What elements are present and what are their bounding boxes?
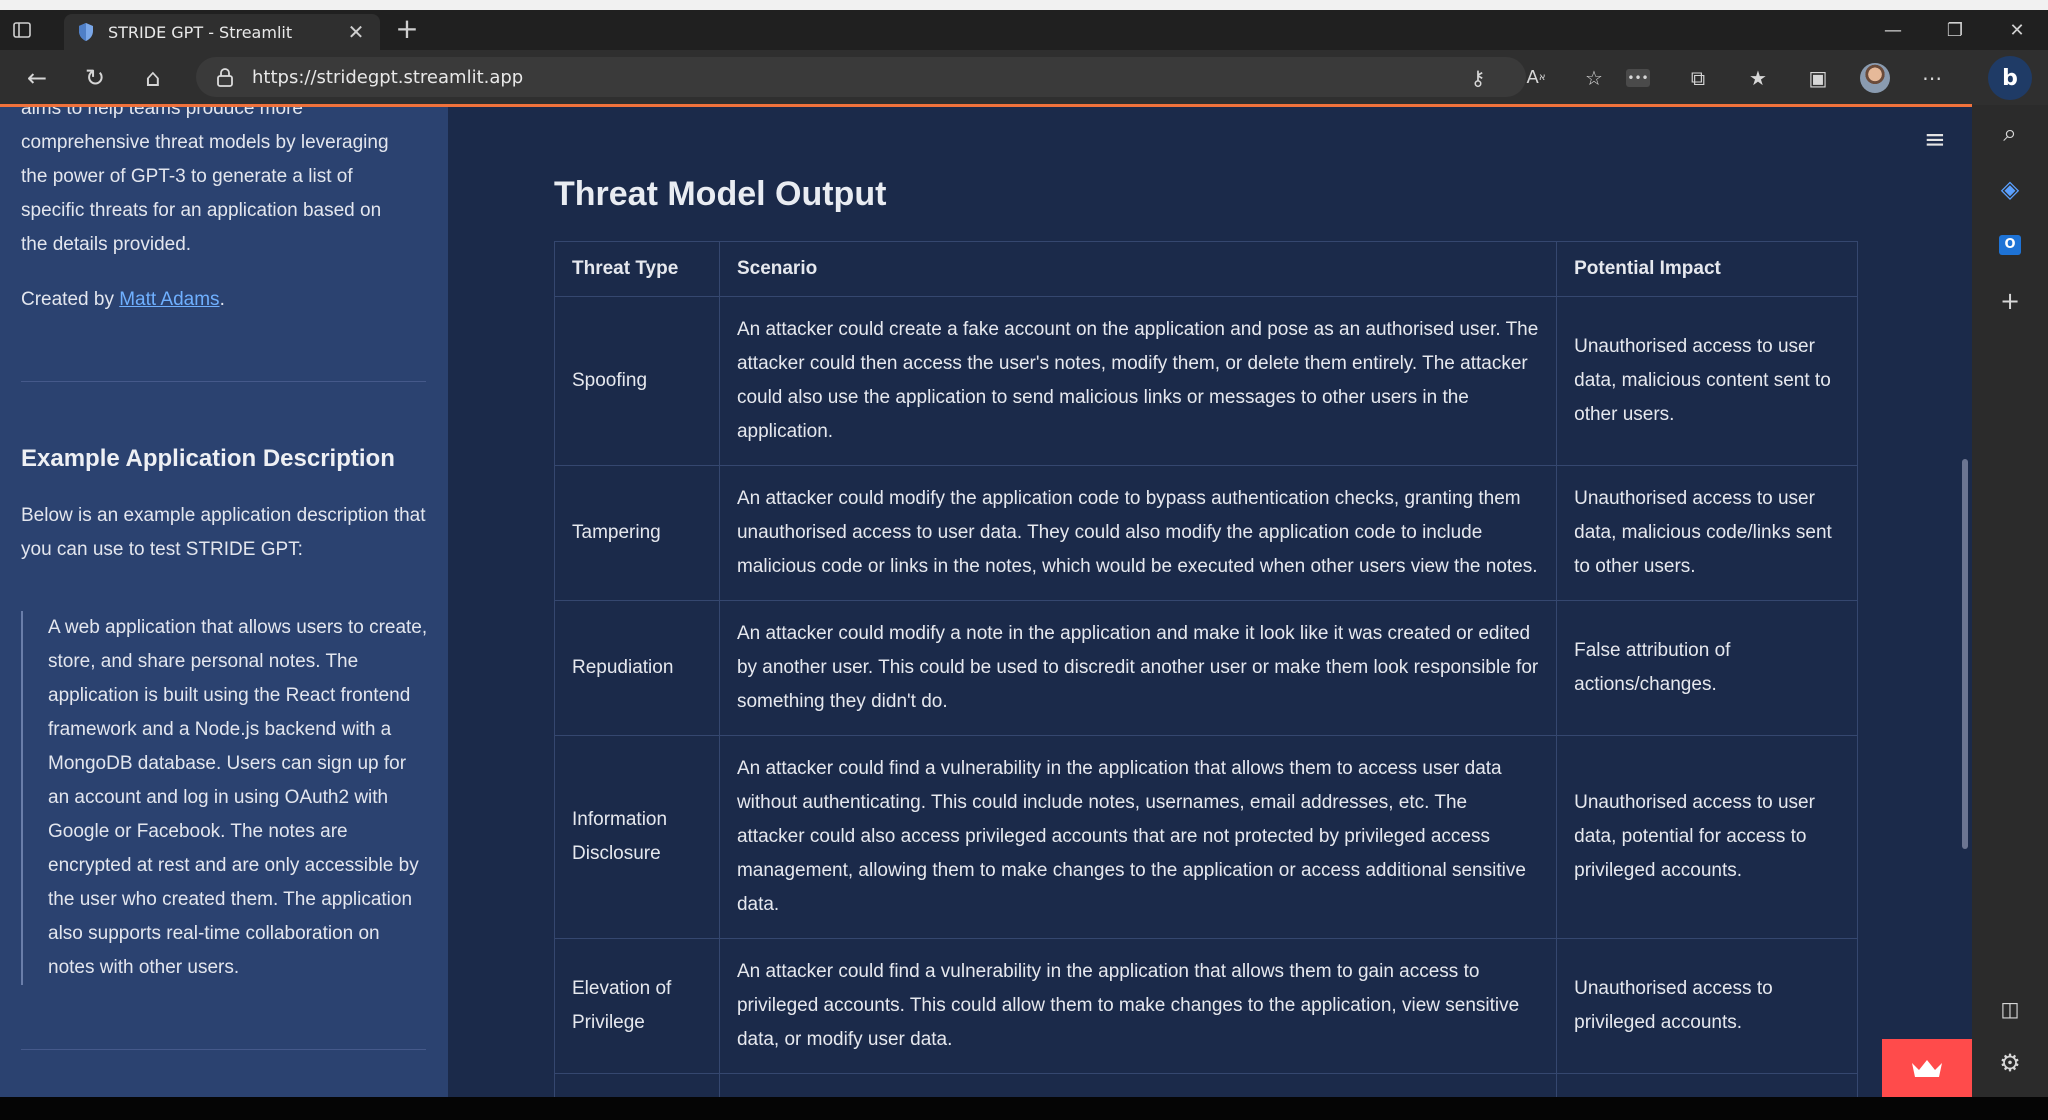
sidebar-divider xyxy=(21,381,426,382)
page-scrollbar[interactable] xyxy=(1962,459,1968,849)
navigation-bar: ← ↻ ⌂ https://stridegpt.streamlit.app ⚷ … xyxy=(0,50,2048,105)
restore-icon[interactable]: ❐ xyxy=(1924,10,1986,50)
key-icon[interactable]: ⚷ xyxy=(1460,60,1496,96)
intro-line: comprehensive threat models by leveragin… xyxy=(21,132,389,153)
created-by-label: Created by xyxy=(21,289,120,310)
table-row: Information Disclosure An attacker could… xyxy=(554,735,1858,939)
tab-title: STRIDE GPT - Streamlit xyxy=(108,22,293,42)
example-description-quote: A web application that allows users to c… xyxy=(21,611,431,985)
table-header-row: Threat Type Scenario Potential Impact xyxy=(554,241,1858,297)
table-row: Elevation of Privilege An attacker could… xyxy=(554,938,1858,1074)
scenario-cell: An attacker could modify a note in the a… xyxy=(718,600,1558,736)
impact-cell: Unauthorised access to user data, malici… xyxy=(1556,465,1858,601)
minimize-icon[interactable]: — xyxy=(1862,10,1924,50)
table-row: Repudiation An attacker could modify a n… xyxy=(554,600,1858,736)
threat-type-cell: Elevation of Privilege xyxy=(554,938,720,1074)
tab-bar: STRIDE GPT - Streamlit ✕ + — ❐ ✕ xyxy=(0,10,2048,50)
threat-type-cell: Tampering xyxy=(554,465,720,601)
impact-cell: Unauthorised access to privileged accoun… xyxy=(1556,938,1858,1074)
add-favorite-icon[interactable]: ☆ xyxy=(1576,60,1612,96)
sidebar: aims to help teams produce more comprehe… xyxy=(0,107,448,1097)
intro-line: specific threats for an application base… xyxy=(21,200,382,221)
avatar[interactable] xyxy=(1860,62,1890,93)
refresh-icon[interactable]: ↻ xyxy=(66,50,124,105)
table-row: Spoofing An attacker could create a fake… xyxy=(554,296,1858,466)
example-heading: Example Application Description xyxy=(21,445,395,472)
page-title: Threat Model Output xyxy=(554,175,887,213)
threat-type-cell: Spoofing xyxy=(554,296,720,466)
scenario-cell: An attacker could launch a denial of ser… xyxy=(718,1073,1558,1097)
intro-line: the details provided. xyxy=(21,234,192,255)
screen-bottom-edge xyxy=(0,1097,2048,1120)
crown-icon[interactable] xyxy=(1882,1039,1972,1097)
scenario-cell: An attacker could create a fake account … xyxy=(718,296,1558,466)
intro-line: aims to help teams produce more xyxy=(21,107,303,119)
threat-type-cell: Information Disclosure xyxy=(554,735,720,939)
sidebar-toggle-icon[interactable]: ◫ xyxy=(1994,993,2026,1025)
home-icon[interactable]: ⌂ xyxy=(124,50,182,105)
lock-icon xyxy=(217,68,233,87)
column-header-potential-impact: Potential Impact xyxy=(1556,241,1858,297)
more-options-icon[interactable]: ⋯ xyxy=(1914,60,1950,96)
toolbar-right: ••• ⧉ ★ ▣ ⋯ xyxy=(1620,50,1950,105)
impact-cell: Denial of service to users, potential fo… xyxy=(1556,1073,1858,1097)
threat-type-cell: Repudiation xyxy=(554,600,720,736)
intro-line: the power of GPT-3 to generate a list of xyxy=(21,166,353,187)
created-by: Created by Matt Adams. xyxy=(21,283,431,317)
impact-cell: Unauthorised access to user data, potent… xyxy=(1556,735,1858,939)
window-controls: — ❐ ✕ xyxy=(1862,10,2048,50)
table-row: Tampering An attacker could modify the a… xyxy=(554,465,1858,601)
created-by-suffix: . xyxy=(219,289,225,310)
favorites-icon[interactable]: ★ xyxy=(1740,60,1776,96)
streamlit-page: aims to help teams produce more comprehe… xyxy=(0,107,1972,1097)
gear-icon[interactable]: ⚙ xyxy=(1994,1047,2026,1079)
column-header-scenario: Scenario xyxy=(718,241,1558,297)
tab-actions-icon[interactable] xyxy=(0,10,44,50)
bing-icon[interactable]: b xyxy=(1988,56,2032,100)
sidebar-divider xyxy=(21,1049,426,1050)
read-aloud-icon[interactable]: Aא xyxy=(1518,60,1554,96)
extension-badge-icon[interactable]: ••• xyxy=(1620,60,1656,96)
scenario-cell: An attacker could find a vulnerability i… xyxy=(718,938,1558,1074)
shield-icon xyxy=(79,23,93,41)
edge-sidebar: ⌕ ◈ O + ◫ ⚙ xyxy=(1972,105,2048,1097)
threat-type-cell: Denial of Service xyxy=(554,1073,720,1097)
add-icon[interactable]: + xyxy=(1994,285,2026,317)
table-row: Denial of Service An attacker could laun… xyxy=(554,1073,1858,1097)
url-text: https://stridegpt.streamlit.app xyxy=(252,66,524,88)
extensions-icon[interactable]: ⧉ xyxy=(1680,60,1716,96)
window-top-edge xyxy=(0,0,2048,10)
impact-cell: Unauthorised access to user data, malici… xyxy=(1556,296,1858,466)
main-menu-icon[interactable]: ≡ xyxy=(1924,127,1952,153)
search-icon[interactable]: ⌕ xyxy=(1994,117,2026,149)
new-tab-icon[interactable]: + xyxy=(392,14,422,46)
close-tab-icon[interactable]: ✕ xyxy=(344,20,368,44)
impact-cell: False attribution of actions/changes. xyxy=(1556,600,1858,736)
close-window-icon[interactable]: ✕ xyxy=(1986,10,2048,50)
column-header-threat-type: Threat Type xyxy=(554,241,720,297)
back-icon[interactable]: ← xyxy=(8,50,66,105)
scenario-cell: An attacker could find a vulnerability i… xyxy=(718,735,1558,939)
address-bar-actions: ⚷ Aא ☆ xyxy=(1460,50,1612,105)
collections-icon[interactable]: ▣ xyxy=(1800,60,1836,96)
outlook-icon[interactable]: O xyxy=(1994,229,2026,261)
threat-model-table: Threat Type Scenario Potential Impact Sp… xyxy=(554,241,1858,1097)
example-intro: Below is an example application descript… xyxy=(21,505,426,560)
copilot-icon[interactable]: ◈ xyxy=(1994,173,2026,205)
scenario-cell: An attacker could modify the application… xyxy=(718,465,1558,601)
author-link[interactable]: Matt Adams xyxy=(119,289,219,310)
browser-tab-active[interactable]: STRIDE GPT - Streamlit ✕ xyxy=(64,14,380,50)
sidebar-intro: aims to help teams produce more comprehe… xyxy=(21,107,431,262)
address-bar[interactable]: https://stridegpt.streamlit.app xyxy=(196,57,1526,97)
